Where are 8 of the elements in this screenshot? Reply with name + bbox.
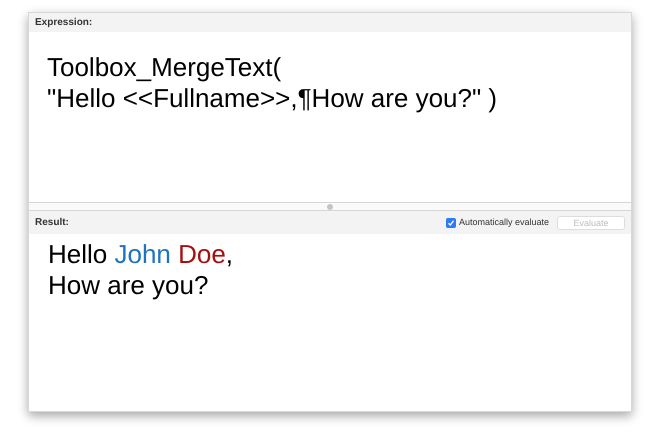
section-label: Expression: [35,16,92,30]
auto-evaluate-checkbox[interactable]: Automatically evaluate [446,216,549,230]
section-label: Result: [35,216,69,230]
splitter-handle-icon[interactable] [327,204,333,210]
splitter[interactable] [29,202,631,211]
result-text: Hello John Doe, How are you? [47,238,234,302]
expression-editor[interactable]: Toolbox_MergeText( "Hello <<Fullname>>,¶How are you?" ) [29,32,631,202]
checkbox-icon[interactable] [446,218,456,228]
